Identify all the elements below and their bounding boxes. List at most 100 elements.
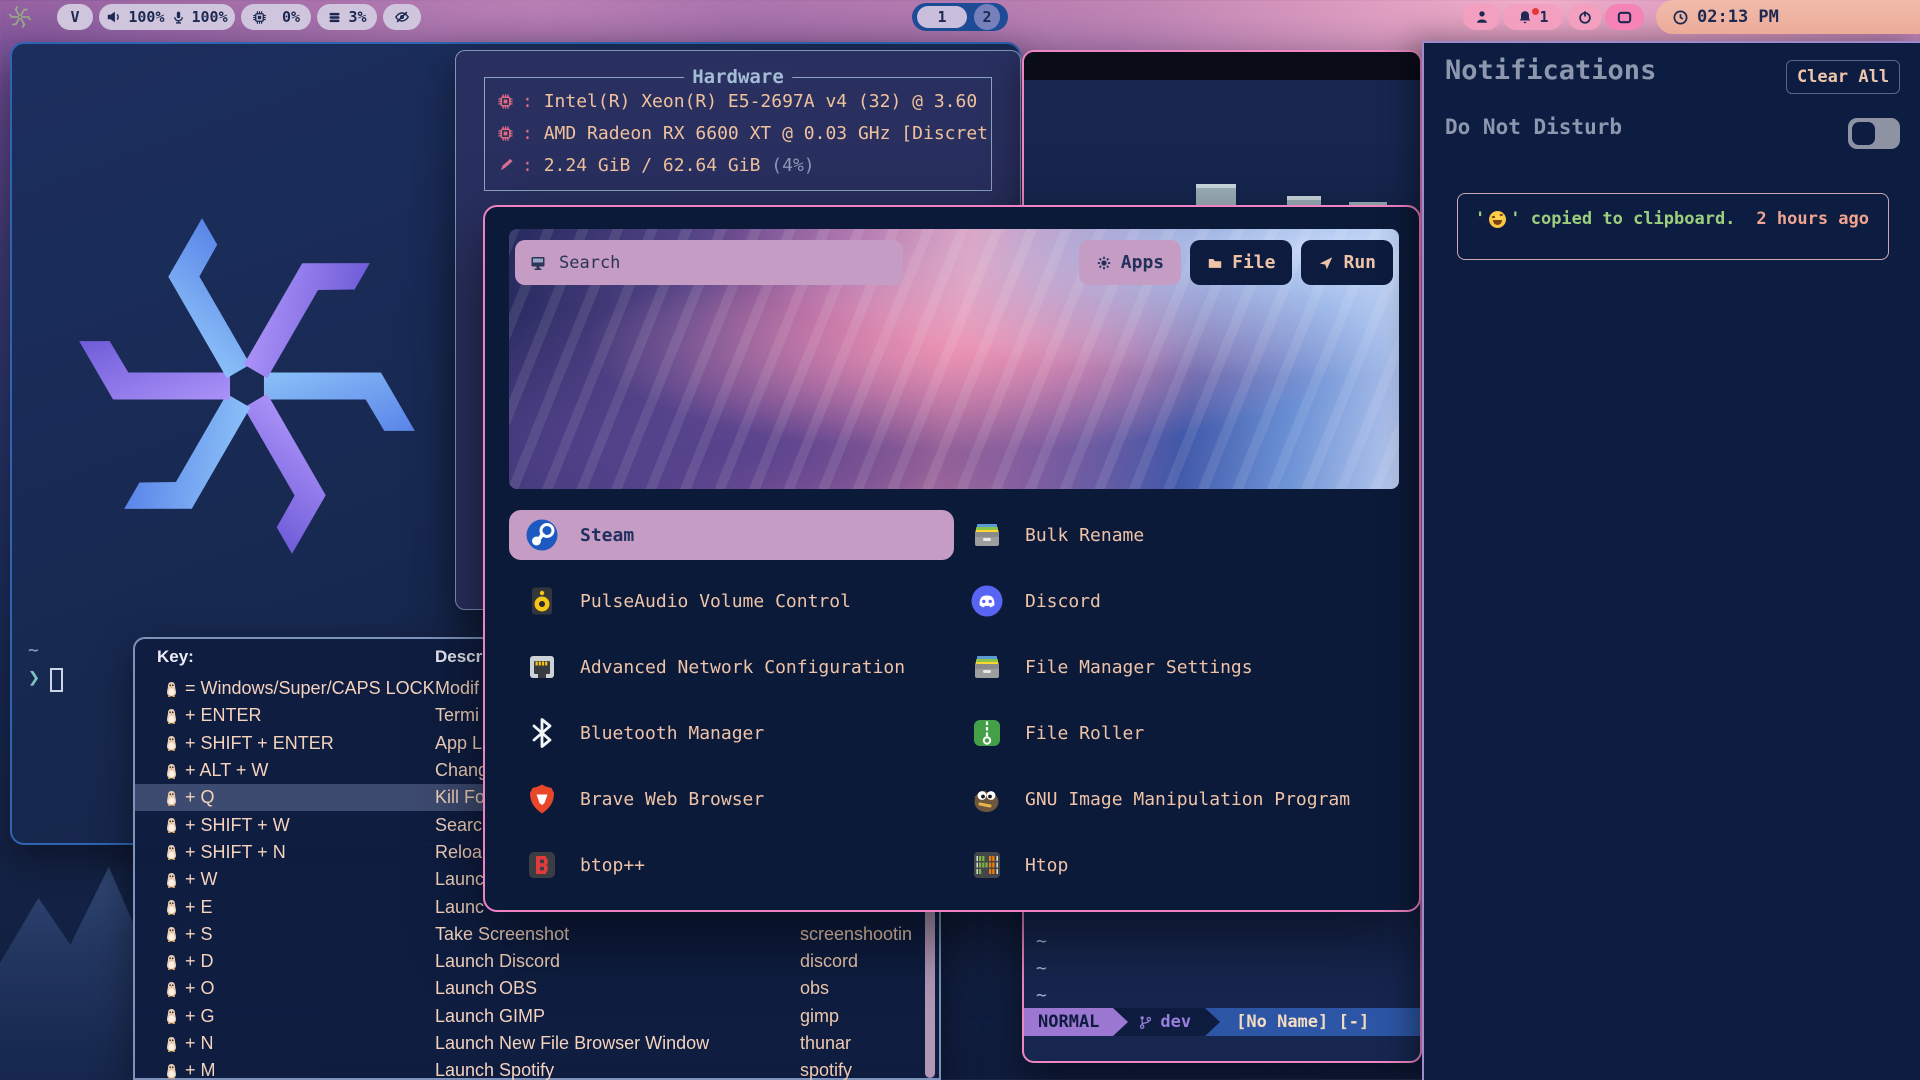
dnd-toggle[interactable] bbox=[1848, 118, 1900, 149]
menu-button[interactable]: V bbox=[57, 4, 93, 30]
app-item[interactable]: Htop bbox=[954, 840, 1399, 890]
penguin-icon bbox=[165, 681, 178, 697]
folder-icon bbox=[1207, 255, 1223, 271]
notification-card[interactable]: '' copied to clipboard. 2 hours ago bbox=[1457, 193, 1889, 260]
app-item[interactable]: Brave Web Browser bbox=[509, 774, 954, 824]
shell-prompt: ~ ❯ bbox=[28, 638, 63, 692]
cpu-value: 0% bbox=[282, 8, 300, 26]
app-item[interactable]: Bulk Rename bbox=[954, 510, 1399, 560]
microphone-icon bbox=[171, 10, 186, 25]
search-input[interactable]: Search bbox=[515, 240, 903, 285]
app-item[interactable]: Advanced Network Configuration bbox=[509, 642, 954, 692]
keybind-description: Launch New File Browser Window bbox=[435, 1033, 800, 1054]
app-item[interactable]: File Roller bbox=[954, 708, 1399, 758]
tilde: ~ bbox=[1036, 955, 1047, 982]
app-icon bbox=[970, 518, 1004, 552]
vim-mode: NORMAL bbox=[1038, 1012, 1099, 1032]
eye-slash-icon bbox=[394, 9, 410, 25]
search-placeholder: Search bbox=[559, 253, 620, 273]
shell-path: ~ bbox=[28, 638, 63, 664]
keybind-row: + G Launch GIMP gimp bbox=[135, 1003, 923, 1030]
app-item[interactable]: Bluetooth Manager bbox=[509, 708, 954, 758]
keybind-row: + N Launch New File Browser Window thuna… bbox=[135, 1030, 923, 1057]
app-launcher: Search Apps File Run Steam Bulk Rename P… bbox=[483, 205, 1421, 912]
app-label: GNU Image Manipulation Program bbox=[1025, 789, 1350, 810]
penguin-icon bbox=[165, 981, 178, 997]
git-branch-name: dev bbox=[1160, 1012, 1191, 1032]
workspace-2-button[interactable]: 2 bbox=[974, 4, 1000, 30]
keybind-key: + Q bbox=[165, 787, 435, 808]
keybind-key: + ENTER bbox=[165, 705, 435, 726]
desktop: { "topbar": { "menu_label": "V", "volume… bbox=[0, 0, 1920, 1080]
penguin-icon bbox=[165, 872, 178, 888]
penguin-icon bbox=[165, 954, 178, 970]
quote-open: ' bbox=[1475, 209, 1485, 229]
notifications-button[interactable]: 1 bbox=[1503, 4, 1563, 30]
app-icon bbox=[525, 650, 559, 684]
app-item[interactable]: Steam bbox=[509, 510, 954, 560]
vim-mode-segment: NORMAL bbox=[1024, 1008, 1113, 1036]
keybind-row: + S Take Screenshot screenshootin bbox=[135, 921, 923, 948]
app-item[interactable]: GNU Image Manipulation Program bbox=[954, 774, 1399, 824]
app-label: Steam bbox=[580, 525, 634, 546]
penguin-icon bbox=[165, 926, 178, 942]
tab-file[interactable]: File bbox=[1190, 240, 1292, 285]
monitor-icon bbox=[529, 254, 547, 272]
terminal-cursor bbox=[50, 668, 63, 692]
keybind-key-text: + S bbox=[185, 924, 213, 945]
description-column-header: Descri bbox=[435, 647, 487, 667]
keybind-description: Launch GIMP bbox=[435, 1006, 800, 1027]
keybind-command: thunar bbox=[800, 1033, 923, 1054]
app-label: Htop bbox=[1025, 855, 1068, 876]
screenshot-button[interactable] bbox=[1605, 4, 1644, 30]
app-label: PulseAudio Volume Control bbox=[580, 591, 851, 612]
memory-percent: (4%) bbox=[771, 155, 814, 176]
statusline-chevron bbox=[1113, 1008, 1128, 1036]
idle-inhibitor-button[interactable] bbox=[383, 4, 421, 30]
keybind-key-text: + SHIFT + W bbox=[185, 815, 290, 836]
tilde: ~ bbox=[1036, 928, 1047, 955]
tab-run-label: Run bbox=[1343, 252, 1376, 273]
notifications-panel: Notifications Clear All Do Not Disturb '… bbox=[1422, 41, 1920, 1080]
keybind-description: Launch Discord bbox=[435, 951, 800, 972]
nixos-logo-icon[interactable] bbox=[8, 5, 32, 33]
penguin-icon bbox=[165, 763, 178, 779]
workspace-1-button[interactable]: 1 bbox=[917, 6, 967, 28]
app-item[interactable]: PulseAudio Volume Control bbox=[509, 576, 954, 626]
notification-timestamp: 2 hours ago bbox=[1756, 209, 1869, 229]
workspace-1-label: 1 bbox=[937, 8, 946, 26]
clock-widget[interactable]: 02:13 PM bbox=[1656, 0, 1920, 34]
keybind-command: obs bbox=[800, 978, 923, 999]
app-icon bbox=[970, 650, 1004, 684]
app-item[interactable]: btop++ bbox=[509, 840, 954, 890]
cpu-widget[interactable]: 0% bbox=[241, 4, 311, 30]
user-button[interactable] bbox=[1463, 4, 1500, 30]
app-label: Bulk Rename bbox=[1025, 525, 1144, 546]
power-icon bbox=[1577, 9, 1593, 25]
keybind-key: + E bbox=[165, 897, 435, 918]
keybind-row: + O Launch OBS obs bbox=[135, 975, 923, 1002]
run-icon bbox=[1318, 255, 1334, 271]
memory-widget[interactable]: 3% bbox=[317, 4, 377, 30]
app-item[interactable]: File Manager Settings bbox=[954, 642, 1399, 692]
clear-all-button[interactable]: Clear All bbox=[1786, 60, 1900, 94]
menu-label: V bbox=[70, 8, 79, 26]
tab-apps[interactable]: Apps bbox=[1079, 240, 1181, 285]
key-column-header: Key: bbox=[157, 647, 194, 667]
volume-widget[interactable]: 100% 100% bbox=[99, 4, 235, 30]
git-branch-icon bbox=[1138, 1014, 1153, 1031]
app-icon bbox=[970, 584, 1004, 618]
power-button[interactable] bbox=[1568, 4, 1602, 30]
keybind-description: Launch OBS bbox=[435, 978, 800, 999]
cpu-chip-icon bbox=[497, 93, 514, 110]
keybind-key: + SHIFT + ENTER bbox=[165, 733, 435, 754]
keybind-description: Launch Spotify bbox=[435, 1060, 800, 1080]
tab-apps-label: Apps bbox=[1121, 252, 1164, 273]
tab-run[interactable]: Run bbox=[1301, 240, 1393, 285]
launcher-tabs: Apps File Run bbox=[1079, 240, 1393, 285]
terminal-titlebar[interactable] bbox=[1024, 52, 1420, 80]
penguin-icon bbox=[165, 1036, 178, 1052]
memory-value: 3% bbox=[348, 8, 366, 26]
app-item[interactable]: Discord bbox=[954, 576, 1399, 626]
penguin-icon bbox=[165, 1008, 178, 1024]
